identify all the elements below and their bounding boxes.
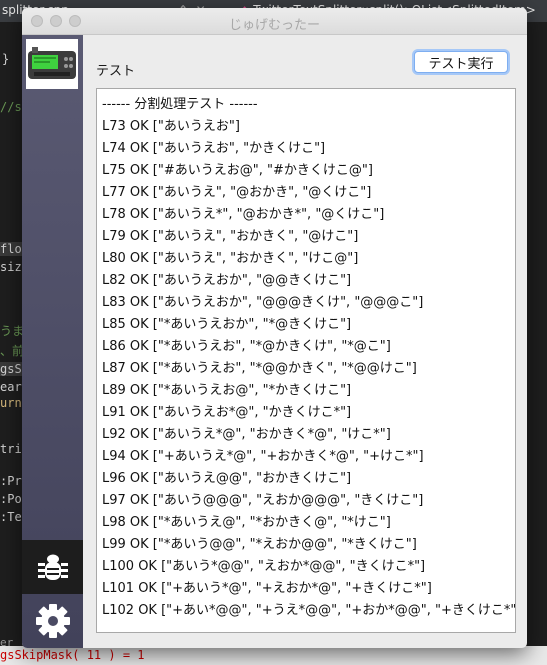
code-fragment: 、前 bbox=[0, 344, 25, 358]
run-test-button[interactable]: テスト実行 bbox=[414, 51, 508, 73]
background-status-text: gsSkipMask( 11 ) = 1 bbox=[0, 648, 145, 662]
sidebar bbox=[22, 35, 83, 648]
output-line: L100 OK ["あいう*@@", "えおか*@@", "きくけこ*"] bbox=[102, 559, 426, 574]
output-line: L77 OK ["あいうえ", "@おかき", "@くけこ"] bbox=[102, 185, 372, 200]
output-line: ------ 分割処理テスト ------ bbox=[102, 97, 258, 112]
output-line: L83 OK ["あいうえおか", "@@@きくけ", "@@@こ"] bbox=[102, 295, 424, 310]
output-line: L86 OK ["*あいうえお", "*@かきくけ", "*@こ"] bbox=[102, 339, 391, 354]
output-line: L101 OK ["+あいう*@", "+えおか*@", "+きくけこ*"] bbox=[102, 581, 432, 596]
output-line: L78 OK ["あいうえ*", "@おかき*", "@くけこ"] bbox=[102, 207, 385, 222]
code-fragment: うま bbox=[0, 324, 25, 338]
code-fragment: } bbox=[2, 52, 10, 66]
output-line: L91 OK ["あいうえお*@", "かきくけこ*"] bbox=[102, 405, 352, 420]
output-line: L87 OK ["*あいうえお", "*@@かきく", "*@@けこ"] bbox=[102, 361, 417, 376]
output-line: L96 OK ["あいうえ@@", "おかきくけこ"] bbox=[102, 471, 352, 486]
output-line: L89 OK ["*あいうえお@", "*かきくけこ"] bbox=[102, 383, 352, 398]
output-line: L94 OK ["+あいうえ*@", "+おかきく*@", "+けこ*"] bbox=[102, 449, 424, 464]
app-logo bbox=[26, 39, 78, 89]
sidebar-debug-button[interactable] bbox=[22, 540, 83, 594]
code-fragment: siz bbox=[0, 260, 22, 274]
output-line: L85 OK ["*あいうえおか", "*@きくけこ"] bbox=[102, 317, 352, 332]
code-fragment: flo bbox=[0, 242, 22, 256]
device-logo-icon bbox=[28, 47, 76, 79]
code-fragment: urn bbox=[0, 396, 22, 410]
output-line: L74 OK ["あいうえお", "かきくけこ"] bbox=[102, 141, 326, 156]
output-line: L75 OK ["#あいうえお@", "#かきくけこ@"] bbox=[102, 163, 373, 178]
title-bar[interactable]: じゅげむったー bbox=[22, 8, 527, 35]
test-label: テスト bbox=[96, 64, 136, 79]
output-line: L92 OK ["あいうえ*@", "おかきく*@", "けこ*"] bbox=[102, 427, 391, 442]
background-status-line: gsSkipMask( 11 ) = 1 bbox=[0, 646, 547, 665]
window-title: じゅげむったー bbox=[228, 18, 320, 33]
output-line: L99 OK ["*あいう@@", "*えおか@@", "*きくけこ"] bbox=[102, 537, 417, 552]
output-line: L80 OK ["あいうえ", "おかきく", "けこ@"] bbox=[102, 251, 359, 266]
output-line: L102 OK ["+あい*@@", "+うえ*@@", "+おか*@@", "… bbox=[102, 603, 516, 618]
output-line: L79 OK ["あいうえ", "おかきく", "@けこ"] bbox=[102, 229, 359, 244]
test-output-area[interactable]: ------ 分割処理テスト ------ L73 OK ["あいうえお"] L74… bbox=[96, 88, 516, 633]
output-line: L82 OK ["あいうえおか", "@@きくけこ"] bbox=[102, 273, 352, 288]
code-fragment: ear bbox=[0, 380, 22, 394]
app-window: じゅげむったー テスト テスト実行 ------ 分割処理テスト ------ … bbox=[22, 8, 527, 648]
output-line: L73 OK ["あいうえお"] bbox=[102, 119, 240, 134]
bug-icon bbox=[37, 554, 68, 580]
output-line: L97 OK ["あいう@@@", "えおか@@@", "きくけこ"] bbox=[102, 493, 424, 508]
code-fragment: tri bbox=[0, 442, 22, 456]
sidebar-settings-button[interactable] bbox=[22, 594, 83, 648]
code-fragment: //s bbox=[0, 100, 22, 114]
gear-icon bbox=[35, 604, 70, 638]
output-line: L98 OK ["*あいうえ@", "*おかきく@", "*けこ"] bbox=[102, 515, 391, 530]
